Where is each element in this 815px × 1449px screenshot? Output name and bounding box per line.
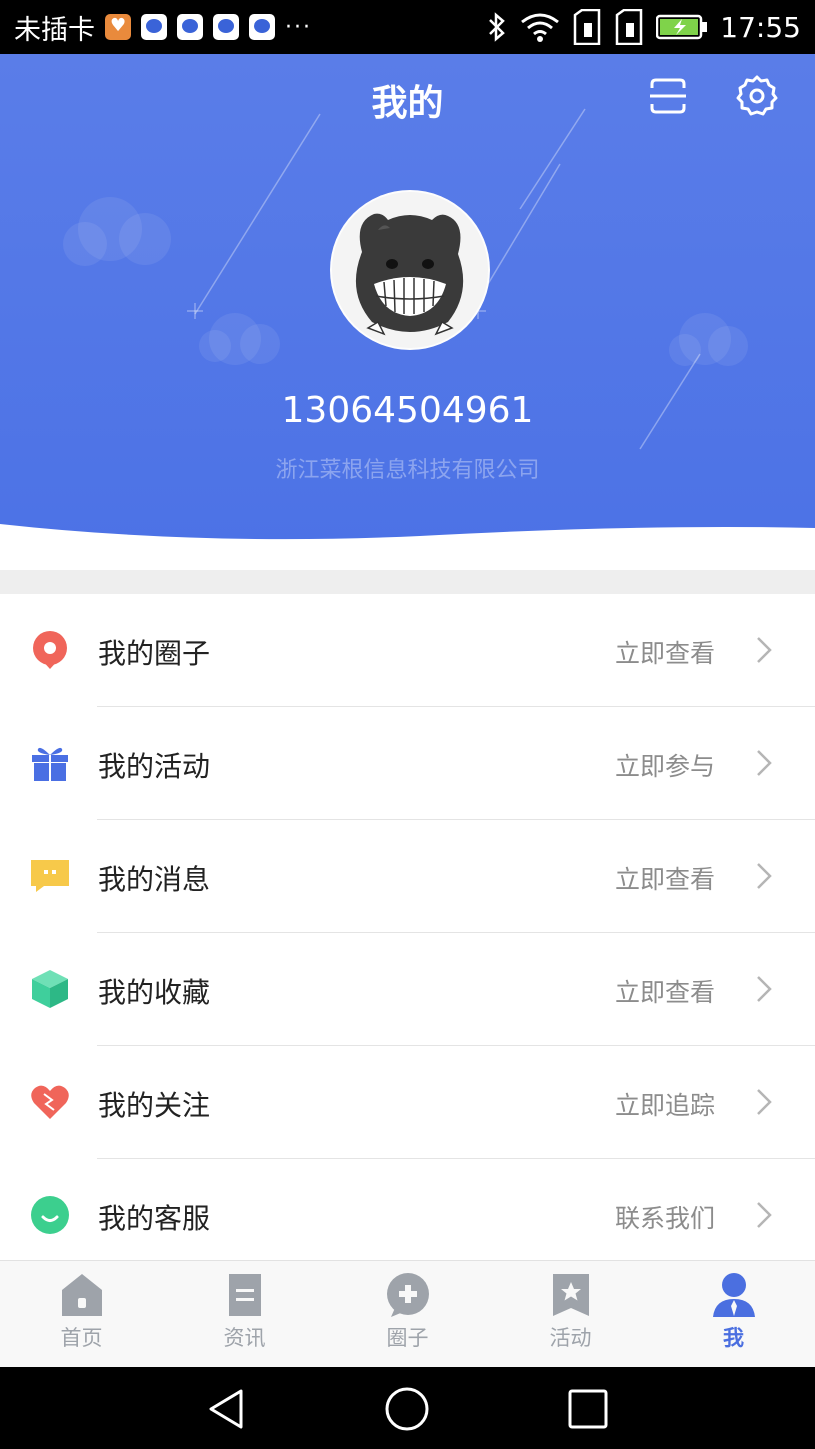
section-divider bbox=[0, 570, 815, 594]
tab-home[interactable]: 首页 bbox=[0, 1261, 163, 1368]
chevron-right-icon bbox=[757, 750, 772, 776]
menu-item-favorites[interactable]: 我的收藏 立即查看 bbox=[0, 933, 815, 1046]
tab-activities[interactable]: 活动 bbox=[489, 1261, 652, 1368]
menu-item-following[interactable]: 我的关注 立即追踪 bbox=[0, 1046, 815, 1159]
status-bar: 未插卡 ··· 17:55 bbox=[0, 0, 815, 54]
bluetooth-icon bbox=[489, 12, 506, 42]
menu-item-customer-service[interactable]: 我的客服 联系我们 bbox=[0, 1159, 815, 1272]
baidu-notification-icon bbox=[177, 14, 203, 40]
star-bookmark-icon bbox=[552, 1274, 589, 1316]
tab-label: 首页 bbox=[60, 1326, 103, 1350]
baidu-notification-icon bbox=[213, 14, 239, 40]
menu-item-label: 我的客服 bbox=[98, 1202, 211, 1235]
menu-item-action: 立即查看 bbox=[614, 978, 715, 1007]
tab-label: 资讯 bbox=[223, 1326, 266, 1350]
menu-item-messages[interactable]: 我的消息 立即查看 bbox=[0, 820, 815, 933]
bottom-tab-bar: 首页 资讯 圈子 活动 我 bbox=[0, 1260, 815, 1368]
status-right: 17:55 bbox=[486, 9, 801, 45]
sim-slot-icon bbox=[616, 9, 643, 45]
profile-menu: 我的圈子 立即查看 我的活动 立即参与 我的消息 立即查看 我的收藏 立即查看 … bbox=[0, 594, 815, 1272]
avatar[interactable] bbox=[330, 190, 490, 350]
system-nav-bar bbox=[0, 1367, 815, 1449]
menu-item-action: 立即参与 bbox=[614, 752, 715, 781]
menu-item-label: 我的消息 bbox=[98, 863, 211, 896]
gear-icon[interactable] bbox=[735, 74, 779, 118]
menu-item-activities[interactable]: 我的活动 立即参与 bbox=[0, 707, 815, 820]
carrier-text: 未插卡 bbox=[14, 14, 95, 46]
tab-circles[interactable]: 圈子 bbox=[326, 1261, 489, 1368]
menu-item-label: 我的圈子 bbox=[98, 637, 211, 670]
gift-icon bbox=[32, 747, 68, 781]
recents-icon[interactable] bbox=[564, 1385, 612, 1433]
person-icon bbox=[712, 1273, 755, 1317]
baidu-notification-icon bbox=[141, 14, 167, 40]
chevron-right-icon bbox=[757, 1089, 772, 1115]
header-wave bbox=[0, 524, 815, 554]
cube-icon bbox=[32, 970, 68, 1008]
scan-icon[interactable] bbox=[648, 76, 688, 116]
smile-icon bbox=[31, 1196, 69, 1234]
status-left: 未插卡 ··· bbox=[14, 8, 312, 47]
user-company: 浙江菜根信息科技有限公司 bbox=[275, 458, 540, 483]
tab-me[interactable]: 我 bbox=[652, 1261, 815, 1368]
avatar-image bbox=[332, 192, 488, 348]
heart-icon bbox=[31, 1085, 69, 1119]
wifi-icon bbox=[521, 13, 560, 42]
page-title: 我的 bbox=[371, 83, 444, 124]
chevron-right-icon bbox=[757, 1202, 772, 1228]
clock-text: 17:55 bbox=[720, 10, 801, 44]
menu-item-action: 立即追踪 bbox=[614, 1091, 715, 1120]
home-button-icon[interactable] bbox=[383, 1385, 431, 1433]
tab-label: 活动 bbox=[549, 1326, 592, 1350]
chevron-right-icon bbox=[757, 976, 772, 1002]
menu-item-action: 立即查看 bbox=[614, 639, 715, 668]
baidu-notification-icon bbox=[249, 14, 275, 40]
location-pin-icon bbox=[33, 631, 67, 669]
menu-item-circles[interactable]: 我的圈子 立即查看 bbox=[0, 594, 815, 707]
heart-notification-icon bbox=[105, 14, 131, 40]
message-icon bbox=[31, 860, 69, 892]
circle-plus-icon bbox=[386, 1273, 429, 1317]
menu-item-action: 联系我们 bbox=[614, 1204, 715, 1233]
document-icon bbox=[228, 1274, 261, 1316]
menu-item-action: 立即查看 bbox=[614, 865, 715, 894]
tab-label: 我 bbox=[723, 1326, 744, 1350]
menu-item-label: 我的收藏 bbox=[98, 976, 211, 1009]
chevron-right-icon bbox=[757, 863, 772, 889]
tab-label: 圈子 bbox=[386, 1326, 429, 1350]
menu-item-label: 我的活动 bbox=[98, 750, 211, 783]
sim-slot-icon bbox=[574, 9, 601, 45]
back-icon[interactable] bbox=[203, 1385, 251, 1433]
home-icon bbox=[61, 1274, 102, 1316]
more-notifications-indicator: ··· bbox=[285, 14, 312, 40]
user-phone: 13064504961 bbox=[281, 390, 534, 431]
tab-news[interactable]: 资讯 bbox=[163, 1261, 326, 1368]
chevron-right-icon bbox=[757, 637, 772, 663]
battery-icon bbox=[656, 14, 708, 40]
profile-header: 我的 13064504961 浙江菜根信息科技有限公司 bbox=[0, 54, 815, 554]
menu-item-label: 我的关注 bbox=[98, 1089, 211, 1122]
